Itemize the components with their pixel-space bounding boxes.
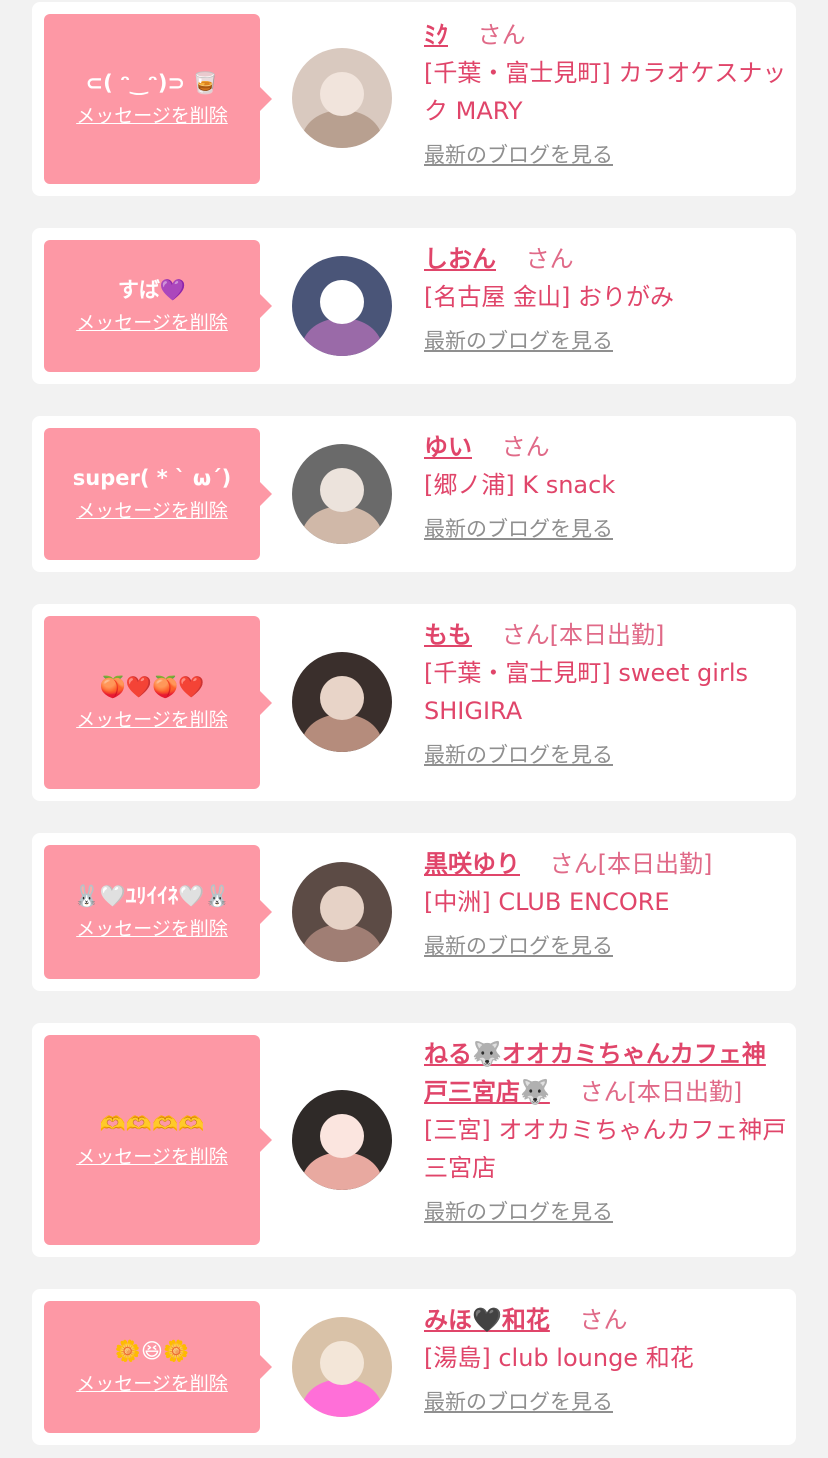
shop-name: [三宮] オオカミちゃんカフェ神戸三宮店 xyxy=(424,1116,787,1182)
delete-message-link[interactable]: メッセージを削除 xyxy=(76,1371,228,1397)
avatar[interactable] xyxy=(292,48,392,148)
status-badge: [本日出勤] xyxy=(627,1078,743,1106)
avatar[interactable] xyxy=(292,1090,392,1190)
cast-info: ﾐｸ さん [千葉・富士見町] カラオケスナック MARY 最新のブログを見る xyxy=(424,16,789,170)
message-card: ⊂( ᵔ‿ᵔ)⊃ 🥃 メッセージを削除 ﾐｸ さん [千葉・富士見町] カラオケスナッ… xyxy=(32,2,796,196)
message-text: すば💜 xyxy=(117,278,187,302)
shop-name: [千葉・富士見町] カラオケスナック MARY xyxy=(424,59,787,125)
message-card: 🌼😆🌼 メッセージを削除 みほ🖤和花 さん [湯島] club lounge 和花 最新… xyxy=(32,1289,796,1445)
shop-name: [中洲] CLUB ENCORE xyxy=(424,888,670,916)
name-line: ゆい さん xyxy=(424,428,789,466)
honorific: さん xyxy=(477,21,526,49)
avatar[interactable] xyxy=(292,256,392,356)
cast-info: 黒咲ゆり さん[本日出勤] [中洲] CLUB ENCORE 最新のブログを見る xyxy=(424,845,789,961)
message-text: super( * ˋ ω´) xyxy=(72,466,232,490)
message-text: 🫶🫶🫶🫶 xyxy=(99,1112,205,1136)
message-list: ⊂( ᵔ‿ᵔ)⊃ 🥃 メッセージを削除 ﾐｸ さん [千葉・富士見町] カラオケスナッ… xyxy=(0,0,828,1458)
delete-message-link[interactable]: メッセージを削除 xyxy=(76,103,228,129)
honorific: さん xyxy=(501,433,550,461)
honorific: さん xyxy=(525,245,574,273)
message-card: すば💜 メッセージを削除 しおん さん [名古屋 金山] おりがみ 最新のブログを見る xyxy=(32,228,796,384)
message-text: 🐰🤍ﾕﾘｲｲﾈ🤍🐰 xyxy=(73,884,231,908)
message-card: 🐰🤍ﾕﾘｲｲﾈ🤍🐰 メッセージを削除 黒咲ゆり さん[本日出勤] [中洲] CLUB … xyxy=(32,833,796,991)
shop-name: [千葉・富士見町] sweet girls SHIGIRA xyxy=(424,659,748,725)
view-blog-link[interactable]: 最新のブログを見る xyxy=(424,140,613,170)
cast-info: しおん さん [名古屋 金山] おりがみ 最新のブログを見る xyxy=(424,240,789,356)
avatar[interactable] xyxy=(292,444,392,544)
view-blog-link[interactable]: 最新のブログを見る xyxy=(424,1387,613,1417)
view-blog-link[interactable]: 最新のブログを見る xyxy=(424,740,613,770)
cast-name-link[interactable]: しおん xyxy=(424,245,496,273)
status-badge: [本日出勤] xyxy=(597,850,713,878)
message-text: 🍑❤️🍑❤️ xyxy=(99,674,205,699)
message-card: super( * ˋ ω´) メッセージを削除 ゆい さん [郷ノ浦] K snack… xyxy=(32,416,796,572)
cast-info: ゆい さん [郷ノ浦] K snack 最新のブログを見る xyxy=(424,428,789,544)
avatar[interactable] xyxy=(292,862,392,962)
message-bubble: 🐰🤍ﾕﾘｲｲﾈ🤍🐰 メッセージを削除 xyxy=(44,845,272,979)
shop-name: [郷ノ浦] K snack xyxy=(424,471,616,499)
message-text: ⊂( ᵔ‿ᵔ)⊃ 🥃 xyxy=(85,71,219,95)
name-line: もも さん[本日出勤] xyxy=(424,616,789,654)
message-bubble: super( * ˋ ω´) メッセージを削除 xyxy=(44,428,272,560)
message-bubble: ⊂( ᵔ‿ᵔ)⊃ 🥃 メッセージを削除 xyxy=(44,14,272,184)
delete-message-link[interactable]: メッセージを削除 xyxy=(76,707,228,733)
name-line: しおん さん xyxy=(424,240,789,278)
honorific: さん xyxy=(579,1306,628,1334)
cast-name-link[interactable]: 黒咲ゆり xyxy=(424,850,520,878)
cast-name-link[interactable]: ﾐｸ xyxy=(424,21,448,49)
view-blog-link[interactable]: 最新のブログを見る xyxy=(424,931,613,961)
cast-name-link[interactable]: みほ🖤和花 xyxy=(424,1306,550,1334)
avatar[interactable] xyxy=(292,1317,392,1417)
message-card: 🫶🫶🫶🫶 メッセージを削除 ねる🐺オオカミちゃんカフェ神戸三宮店🐺 さん[本日出勤]… xyxy=(32,1023,796,1257)
delete-message-link[interactable]: メッセージを削除 xyxy=(76,498,228,524)
view-blog-link[interactable]: 最新のブログを見る xyxy=(424,514,613,544)
view-blog-link[interactable]: 最新のブログを見る xyxy=(424,326,613,356)
message-bubble: 🍑❤️🍑❤️ メッセージを削除 xyxy=(44,616,272,789)
name-line: 黒咲ゆり さん[本日出勤] xyxy=(424,845,789,883)
status-badge: [本日出勤] xyxy=(549,621,665,649)
honorific: さん xyxy=(579,1078,628,1106)
cast-name-link[interactable]: ゆい xyxy=(424,433,472,461)
cast-info: もも さん[本日出勤] [千葉・富士見町] sweet girls SHIGIRA… xyxy=(424,616,789,770)
name-line: みほ🖤和花 さん xyxy=(424,1301,789,1339)
message-text: 🌼😆🌼 xyxy=(114,1339,190,1363)
honorific: さん xyxy=(549,850,598,878)
message-card: 🍑❤️🍑❤️ メッセージを削除 もも さん[本日出勤] [千葉・富士見町] sweet… xyxy=(32,604,796,801)
delete-message-link[interactable]: メッセージを削除 xyxy=(76,916,228,942)
message-bubble: すば💜 メッセージを削除 xyxy=(44,240,272,372)
message-bubble: 🫶🫶🫶🫶 メッセージを削除 xyxy=(44,1035,272,1245)
delete-message-link[interactable]: メッセージを削除 xyxy=(76,310,228,336)
avatar[interactable] xyxy=(292,652,392,752)
view-blog-link[interactable]: 最新のブログを見る xyxy=(424,1197,613,1227)
name-line: ﾐｸ さん xyxy=(424,16,789,54)
cast-info: ねる🐺オオカミちゃんカフェ神戸三宮店🐺 さん[本日出勤] [三宮] オオカミちゃん… xyxy=(424,1035,789,1227)
shop-name: [湯島] club lounge 和花 xyxy=(424,1344,694,1372)
delete-message-link[interactable]: メッセージを削除 xyxy=(76,1144,228,1170)
name-line: ねる🐺オオカミちゃんカフェ神戸三宮店🐺 さん[本日出勤] xyxy=(424,1035,789,1111)
message-bubble: 🌼😆🌼 メッセージを削除 xyxy=(44,1301,272,1433)
cast-info: みほ🖤和花 さん [湯島] club lounge 和花 最新のブログを見る xyxy=(424,1301,789,1417)
shop-name: [名古屋 金山] おりがみ xyxy=(424,283,674,311)
cast-name-link[interactable]: もも xyxy=(424,621,472,649)
honorific: さん xyxy=(501,621,550,649)
